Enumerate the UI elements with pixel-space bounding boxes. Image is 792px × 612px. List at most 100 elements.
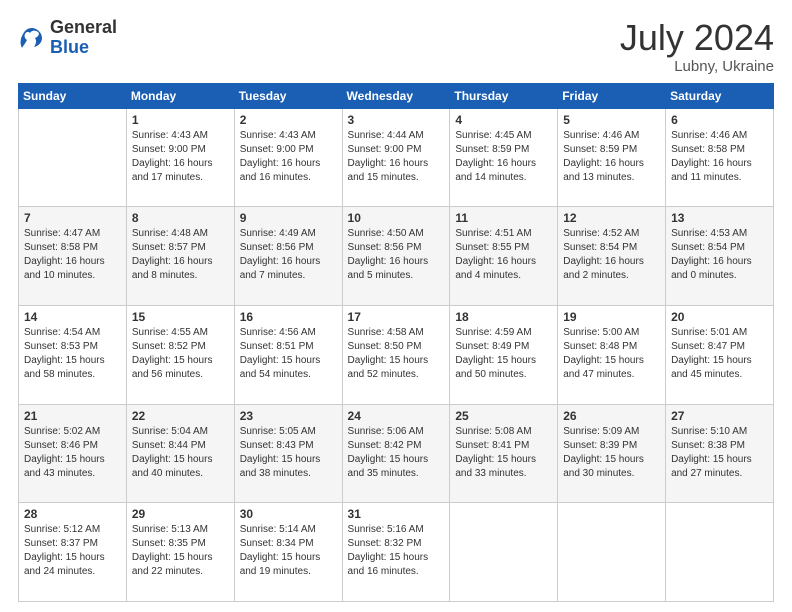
day-info: Sunrise: 5:10 AMSunset: 8:38 PMDaylight:… xyxy=(671,425,768,481)
day-number: 4 xyxy=(455,113,552,127)
day-info: Sunrise: 4:55 AMSunset: 8:52 PMDaylight:… xyxy=(132,326,229,382)
day-info: Sunrise: 4:52 AMSunset: 8:54 PMDaylight:… xyxy=(563,227,660,283)
table-row: 28 Sunrise: 5:12 AMSunset: 8:37 PMDayligh… xyxy=(19,503,127,602)
day-number: 13 xyxy=(671,211,768,225)
table-row: 12Sunrise: 4:52 AMSunset: 8:54 PMDayligh… xyxy=(558,207,666,306)
day-info: Sunrise: 5:08 AMSunset: 8:41 PMDaylight:… xyxy=(455,425,552,481)
month-year: July 2024 xyxy=(620,18,774,58)
day-number: 16 xyxy=(240,310,337,324)
table-row: 27 Sunrise: 5:10 AMSunset: 8:38 PMDayligh… xyxy=(666,404,774,503)
day-info: Sunrise: 4:47 AMSunset: 8:58 PMDaylight:… xyxy=(24,227,121,283)
day-info: Sunrise: 4:59 AMSunset: 8:49 PMDaylight:… xyxy=(455,326,552,382)
table-row: 4 Sunrise: 4:45 AMSunset: 8:59 PMDaylight… xyxy=(450,108,558,207)
day-info: Sunrise: 4:51 AMSunset: 8:55 PMDaylight:… xyxy=(455,227,552,283)
table-row: 15 Sunrise: 4:55 AMSunset: 8:52 PMDayligh… xyxy=(126,305,234,404)
logo-text: General Blue xyxy=(50,18,117,58)
day-info: Sunrise: 5:16 AMSunset: 8:32 PMDaylight:… xyxy=(348,523,445,579)
day-number: 25 xyxy=(455,409,552,423)
col-wednesday: Wednesday xyxy=(342,83,450,108)
day-number: 23 xyxy=(240,409,337,423)
week-row-2: 7 Sunrise: 4:47 AMSunset: 8:58 PMDaylight… xyxy=(19,207,774,306)
col-sunday: Sunday xyxy=(19,83,127,108)
day-number: 3 xyxy=(348,113,445,127)
table-row: 8Sunrise: 4:48 AMSunset: 8:57 PMDaylight… xyxy=(126,207,234,306)
table-row: 22Sunrise: 5:04 AMSunset: 8:44 PMDayligh… xyxy=(126,404,234,503)
day-number: 17 xyxy=(348,310,445,324)
day-number: 10 xyxy=(348,211,445,225)
day-info: Sunrise: 4:43 AMSunset: 9:00 PMDaylight:… xyxy=(240,129,337,185)
day-number: 31 xyxy=(348,507,445,521)
page: General Blue July 2024 Lubny, Ukraine Su… xyxy=(0,0,792,612)
day-number: 8 xyxy=(132,211,229,225)
table-row xyxy=(558,503,666,602)
day-info: Sunrise: 5:13 AMSunset: 8:35 PMDaylight:… xyxy=(132,523,229,579)
week-row-3: 14 Sunrise: 4:54 AMSunset: 8:53 PMDayligh… xyxy=(19,305,774,404)
day-info: Sunrise: 4:54 AMSunset: 8:53 PMDaylight:… xyxy=(24,326,121,382)
table-row: 18Sunrise: 4:59 AMSunset: 8:49 PMDayligh… xyxy=(450,305,558,404)
week-row-5: 28 Sunrise: 5:12 AMSunset: 8:37 PMDayligh… xyxy=(19,503,774,602)
day-info: Sunrise: 5:05 AMSunset: 8:43 PMDaylight:… xyxy=(240,425,337,481)
table-row: 16Sunrise: 4:56 AMSunset: 8:51 PMDayligh… xyxy=(234,305,342,404)
day-number: 15 xyxy=(132,310,229,324)
col-tuesday: Tuesday xyxy=(234,83,342,108)
table-row: 17 Sunrise: 4:58 AMSunset: 8:50 PMDayligh… xyxy=(342,305,450,404)
table-row: 25 Sunrise: 5:08 AMSunset: 8:41 PMDayligh… xyxy=(450,404,558,503)
logo: General Blue xyxy=(18,18,117,58)
col-friday: Friday xyxy=(558,83,666,108)
day-number: 2 xyxy=(240,113,337,127)
day-number: 11 xyxy=(455,211,552,225)
day-info: Sunrise: 4:43 AMSunset: 9:00 PMDaylight:… xyxy=(132,129,229,185)
day-number: 7 xyxy=(24,211,121,225)
day-info: Sunrise: 5:00 AMSunset: 8:48 PMDaylight:… xyxy=(563,326,660,382)
day-number: 30 xyxy=(240,507,337,521)
day-number: 20 xyxy=(671,310,768,324)
day-info: Sunrise: 4:44 AMSunset: 9:00 PMDaylight:… xyxy=(348,129,445,185)
table-row: 30Sunrise: 5:14 AMSunset: 8:34 PMDayligh… xyxy=(234,503,342,602)
day-number: 29 xyxy=(132,507,229,521)
day-number: 19 xyxy=(563,310,660,324)
table-row: 24 Sunrise: 5:06 AMSunset: 8:42 PMDayligh… xyxy=(342,404,450,503)
table-row: 1 Sunrise: 4:43 AMSunset: 9:00 PMDaylight… xyxy=(126,108,234,207)
day-number: 6 xyxy=(671,113,768,127)
day-number: 26 xyxy=(563,409,660,423)
day-info: Sunrise: 5:09 AMSunset: 8:39 PMDaylight:… xyxy=(563,425,660,481)
logo-general: General xyxy=(50,17,117,37)
day-number: 28 xyxy=(24,507,121,521)
table-row: 13Sunrise: 4:53 AMSunset: 8:54 PMDayligh… xyxy=(666,207,774,306)
table-row: 6 Sunrise: 4:46 AMSunset: 8:58 PMDaylight… xyxy=(666,108,774,207)
table-row: 14 Sunrise: 4:54 AMSunset: 8:53 PMDayligh… xyxy=(19,305,127,404)
logo-blue-text: Blue xyxy=(50,37,89,57)
logo-bird-icon xyxy=(18,24,46,52)
table-row xyxy=(666,503,774,602)
day-info: Sunrise: 5:06 AMSunset: 8:42 PMDaylight:… xyxy=(348,425,445,481)
day-number: 14 xyxy=(24,310,121,324)
table-row: 7 Sunrise: 4:47 AMSunset: 8:58 PMDaylight… xyxy=(19,207,127,306)
table-row: 19 Sunrise: 5:00 AMSunset: 8:48 PMDayligh… xyxy=(558,305,666,404)
header: General Blue July 2024 Lubny, Ukraine xyxy=(18,18,774,75)
table-row: 9Sunrise: 4:49 AMSunset: 8:56 PMDaylight… xyxy=(234,207,342,306)
table-row xyxy=(19,108,127,207)
day-info: Sunrise: 4:45 AMSunset: 8:59 PMDaylight:… xyxy=(455,129,552,185)
day-number: 24 xyxy=(348,409,445,423)
day-info: Sunrise: 4:50 AMSunset: 8:56 PMDaylight:… xyxy=(348,227,445,283)
day-info: Sunrise: 5:02 AMSunset: 8:46 PMDaylight:… xyxy=(24,425,121,481)
table-row: 5Sunrise: 4:46 AMSunset: 8:59 PMDaylight… xyxy=(558,108,666,207)
location: Lubny, Ukraine xyxy=(620,58,774,75)
day-info: Sunrise: 4:58 AMSunset: 8:50 PMDaylight:… xyxy=(348,326,445,382)
day-number: 27 xyxy=(671,409,768,423)
day-number: 1 xyxy=(132,113,229,127)
table-row xyxy=(450,503,558,602)
calendar-header-row: Sunday Monday Tuesday Wednesday Thursday… xyxy=(19,83,774,108)
table-row: 3 Sunrise: 4:44 AMSunset: 9:00 PMDaylight… xyxy=(342,108,450,207)
table-row: 31 Sunrise: 5:16 AMSunset: 8:32 PMDayligh… xyxy=(342,503,450,602)
table-row: 10 Sunrise: 4:50 AMSunset: 8:56 PMDayligh… xyxy=(342,207,450,306)
table-row: 2 Sunrise: 4:43 AMSunset: 9:00 PMDaylight… xyxy=(234,108,342,207)
col-thursday: Thursday xyxy=(450,83,558,108)
title-block: July 2024 Lubny, Ukraine xyxy=(620,18,774,75)
day-info: Sunrise: 5:12 AMSunset: 8:37 PMDaylight:… xyxy=(24,523,121,579)
day-info: Sunrise: 4:46 AMSunset: 8:59 PMDaylight:… xyxy=(563,129,660,185)
col-monday: Monday xyxy=(126,83,234,108)
day-info: Sunrise: 4:46 AMSunset: 8:58 PMDaylight:… xyxy=(671,129,768,185)
table-row: 23 Sunrise: 5:05 AMSunset: 8:43 PMDayligh… xyxy=(234,404,342,503)
table-row: 20Sunrise: 5:01 AMSunset: 8:47 PMDayligh… xyxy=(666,305,774,404)
